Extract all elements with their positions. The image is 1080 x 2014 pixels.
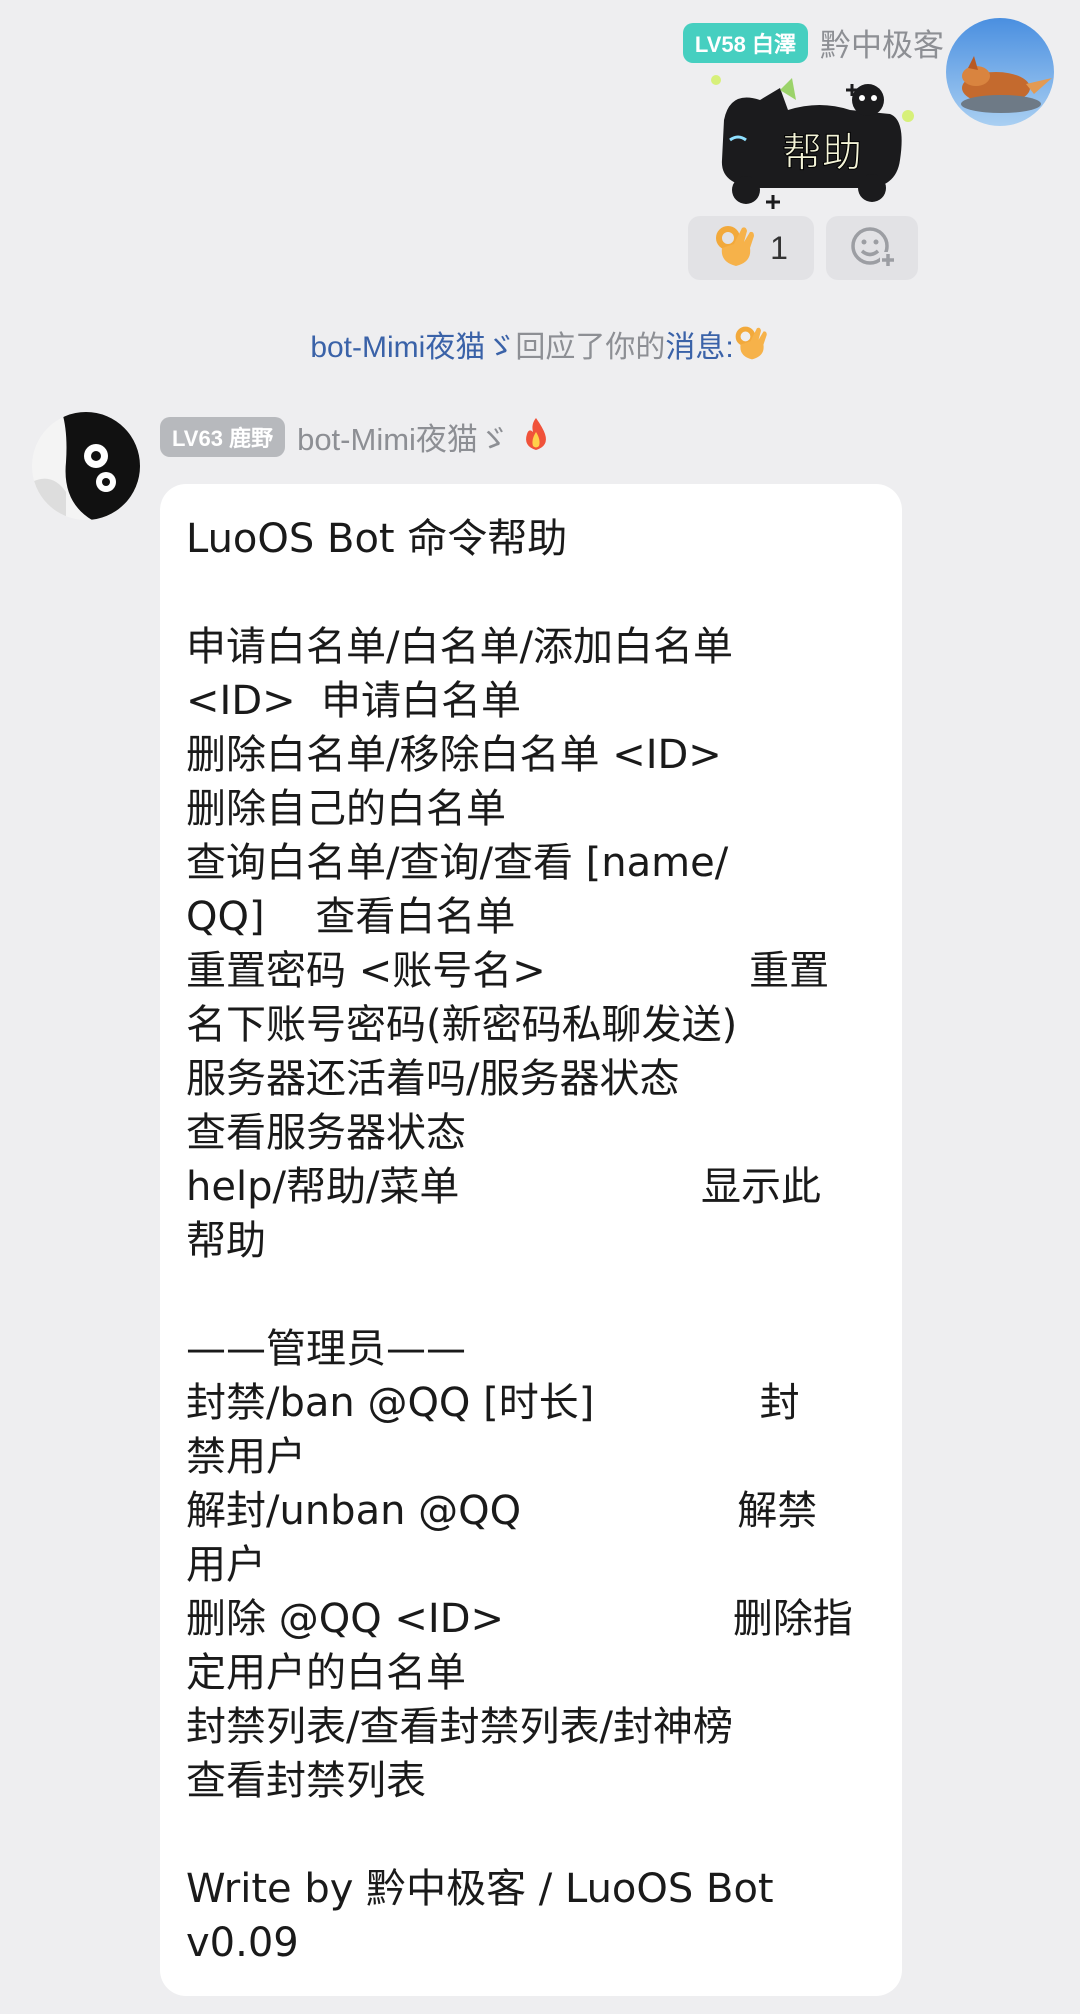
sender-name[interactable]: bot-Mimi夜猫ゞ [297, 414, 509, 459]
message-line: 帮助 [186, 1218, 266, 1264]
message-line: 查看封禁列表 [186, 1758, 426, 1804]
message-line: 用户 [186, 1542, 266, 1588]
message-line: <ID> 申请白名单 [186, 678, 522, 724]
bot-message-bubble[interactable]: LuoOS Bot 命令帮助 申请白名单/白名单/添加白名单 <ID> 申请白名单删… [160, 484, 902, 1996]
message-line: 封禁/ban @QQ [时长] 封 [186, 1380, 800, 1426]
message-line: 定用户的白名单 [186, 1650, 466, 1696]
message-line [186, 1268, 878, 1322]
message-line: 删除白名单/移除白名单 <ID> [186, 732, 722, 778]
message-line: 查看服务器状态 [186, 1110, 466, 1156]
message-line: 重置密码 <账号名> 重置 [186, 948, 830, 994]
message-line: ——管理员—— [186, 1326, 466, 1372]
message-line: 解封/unban @QQ 解禁 [186, 1488, 818, 1534]
ok-hand-emoji-icon [734, 326, 770, 364]
level-badge: LV58 白澤 [682, 22, 808, 63]
self-avatar[interactable] [946, 18, 1054, 126]
message-line: 名下账号密码(新密码私聊发送) [186, 1002, 738, 1048]
add-reaction-button[interactable] [826, 216, 918, 280]
message-line: 申请白名单/白名单/添加白名单 [186, 624, 733, 670]
sender-name[interactable]: 黔中极客 [820, 20, 944, 65]
message-line: 查询白名单/查询/查看 [name/ [186, 840, 729, 886]
ok-hand-emoji-icon [714, 222, 758, 275]
notice-target-link[interactable]: 消息: [665, 331, 733, 364]
fire-icon [521, 416, 551, 457]
notice-actor-link[interactable]: bot-Mimi夜猫ゞ [310, 331, 515, 364]
sticker-label: 帮助 [782, 130, 862, 176]
message-line: v0.09 [186, 1920, 299, 1966]
add-reaction-icon [848, 222, 896, 275]
message-line: LuoOS Bot 命令帮助 [186, 516, 568, 562]
message-line: 服务器还活着吗/服务器状态 [186, 1056, 680, 1102]
ok-reaction-chip[interactable]: 1 [688, 216, 814, 280]
bot-message-header: LV63 鹿野 bot-Mimi夜猫ゞ [160, 414, 551, 459]
level-badge: LV63 鹿野 [160, 416, 286, 457]
message-line: 禁用户 [186, 1434, 306, 1480]
bot-avatar[interactable] [32, 412, 140, 520]
message-line: QQ] 查看白名单 [186, 894, 516, 940]
reaction-notice: bot-Mimi夜猫ゞ回应了你的消息: [0, 322, 1080, 366]
message-line [186, 1808, 878, 1862]
message-line [186, 566, 878, 620]
reaction-count: 1 [770, 229, 788, 266]
message-line: 删除 @QQ <ID> 删除指 [186, 1596, 853, 1642]
message-line: 删除自己的白名单 [186, 786, 506, 832]
reaction-bar: 1 [688, 216, 918, 280]
help-sticker[interactable]: 帮助 [700, 70, 930, 210]
message-line: Write by 黔中极客 / LuoOS Bot [186, 1866, 774, 1912]
notice-verb: 回应了你的 [515, 331, 666, 364]
self-message-header: LV58 白澤 黔中极客 [682, 20, 944, 65]
message-line: help/帮助/菜单 显示此 [186, 1164, 821, 1210]
message-line: 封禁列表/查看封禁列表/封神榜 [186, 1704, 733, 1750]
